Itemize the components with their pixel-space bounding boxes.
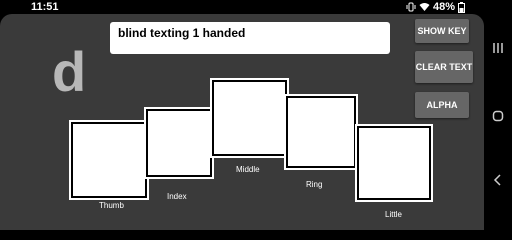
battery-icon [458,1,465,13]
back-icon[interactable] [490,172,506,188]
middle-key[interactable] [210,78,289,158]
clear-text-button[interactable]: CLEAR TEXT [415,51,473,83]
thumb-label: Thumb [99,201,124,210]
wifi-icon [419,2,430,12]
vibrate-icon [406,2,416,12]
ring-key[interactable] [284,94,358,170]
middle-label: Middle [236,165,260,174]
index-label: Index [167,192,187,201]
status-icons: 48% [406,1,465,13]
recents-icon[interactable] [490,40,506,56]
index-key[interactable] [144,107,214,179]
battery-text: 48% [432,1,455,13]
nav-bar [484,14,512,230]
current-letter: d [52,40,87,103]
status-time: 11:51 [31,1,59,13]
show-key-button[interactable]: SHOW KEY [415,19,469,43]
home-icon[interactable] [490,108,506,124]
little-key[interactable] [355,124,433,202]
thumb-key[interactable] [69,120,149,200]
alpha-button[interactable]: ALPHA [415,92,469,118]
ring-label: Ring [306,180,323,189]
little-label: Little [385,210,402,219]
text-input[interactable]: blind texting 1 handed [110,22,390,54]
